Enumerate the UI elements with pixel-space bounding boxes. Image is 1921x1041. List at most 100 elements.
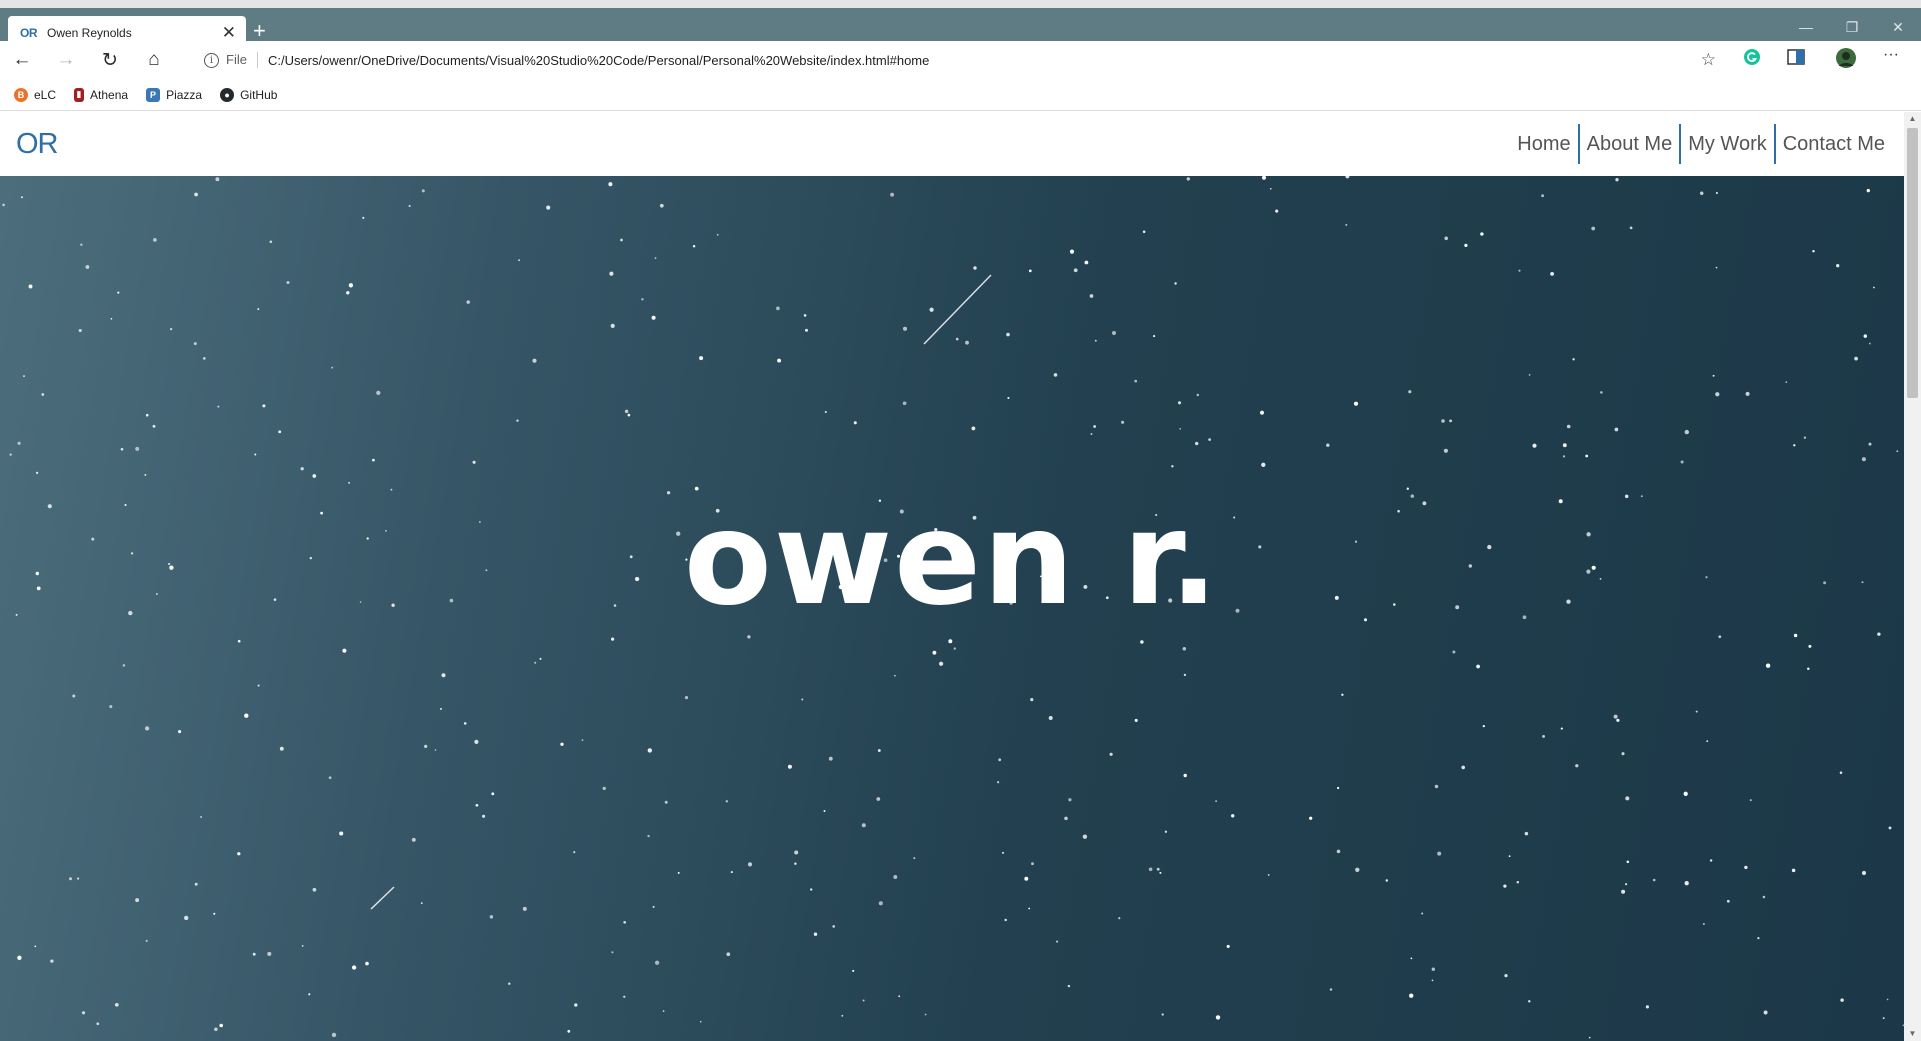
elc-icon: B	[14, 87, 28, 102]
star	[1600, 391, 1603, 394]
star	[351, 965, 357, 970]
address-bar[interactable]: i File C:/Users/owenr/OneDrive/Documents…	[190, 44, 1726, 76]
star	[1482, 724, 1485, 728]
star	[684, 696, 689, 700]
star	[1048, 716, 1053, 720]
star	[532, 358, 537, 363]
star	[948, 639, 953, 644]
star	[654, 257, 657, 260]
site-logo[interactable]: OR	[16, 128, 58, 161]
star	[623, 920, 627, 924]
star	[1336, 849, 1341, 854]
settings-menu-icon[interactable]: ···	[1883, 46, 1899, 64]
address-url[interactable]: C:/Users/owenr/OneDrive/Documents/Visual…	[268, 53, 929, 68]
star	[1267, 874, 1270, 876]
nav-link-my-work[interactable]: My Work	[1679, 124, 1774, 164]
scroll-thumb[interactable]	[1907, 128, 1918, 398]
back-button[interactable]: ←	[0, 41, 44, 79]
star	[122, 664, 126, 667]
star	[534, 661, 537, 664]
star	[1785, 381, 1788, 383]
star	[1345, 223, 1348, 226]
minimize-button[interactable]: —	[1783, 14, 1829, 40]
home-button[interactable]: ⌂	[132, 41, 176, 79]
star	[1053, 373, 1058, 377]
star	[1765, 663, 1771, 668]
page-scrollbar[interactable]: ▲ ▼	[1904, 112, 1921, 1041]
star	[1231, 814, 1235, 818]
page-viewport: OR Home About Me My Work Contact Me owen…	[0, 112, 1904, 1041]
star	[1112, 331, 1116, 335]
star	[522, 906, 527, 911]
nav-link-home[interactable]: Home	[1510, 124, 1577, 164]
add-favorite-icon[interactable]: ☆	[1701, 50, 1716, 70]
star	[647, 834, 650, 838]
star	[1269, 187, 1272, 190]
browser-toolbar: ← → ↻ ⌂ i File C:/Users/owenr/OneDrive/D…	[0, 41, 1921, 79]
star	[411, 837, 416, 842]
star	[1749, 799, 1752, 802]
star	[1508, 855, 1511, 858]
github-icon: ●	[220, 87, 235, 102]
reading-view-icon[interactable]	[1787, 49, 1805, 70]
star	[1183, 673, 1187, 677]
bookmark-elc[interactable]: B eLC	[14, 87, 56, 102]
star	[1652, 878, 1656, 882]
close-window-button[interactable]: ✕	[1875, 14, 1921, 40]
star	[725, 800, 729, 803]
reload-button[interactable]: ↻	[88, 41, 132, 79]
star	[861, 823, 866, 828]
scroll-up-icon[interactable]: ▲	[1904, 112, 1921, 126]
star	[1518, 269, 1521, 272]
profile-avatar[interactable]	[1835, 47, 1857, 74]
star	[1625, 883, 1628, 886]
star	[1480, 232, 1484, 236]
bookmark-athena[interactable]: ▮ Athena	[74, 87, 128, 102]
star	[1195, 441, 1199, 446]
nav-link-contact-me[interactable]: Contact Me	[1773, 124, 1892, 164]
nav-link-about-me[interactable]: About Me	[1577, 124, 1680, 164]
scroll-down-icon[interactable]: ▼	[1904, 1027, 1921, 1041]
star	[110, 317, 113, 320]
star	[641, 298, 644, 301]
star	[1156, 867, 1160, 871]
star	[965, 340, 969, 345]
star	[77, 877, 80, 880]
star	[135, 446, 140, 451]
grammarly-icon[interactable]	[1743, 48, 1761, 71]
forward-button[interactable]: →	[44, 41, 88, 79]
star	[1684, 881, 1689, 886]
star	[1093, 425, 1096, 428]
restore-button[interactable]: ❐	[1829, 14, 1875, 40]
star	[312, 887, 317, 892]
bookmark-piazza[interactable]: P Piazza	[146, 87, 202, 102]
star	[1868, 442, 1872, 446]
star	[805, 328, 808, 332]
star	[852, 969, 855, 972]
star	[237, 639, 241, 643]
star	[144, 726, 150, 731]
star	[96, 1022, 100, 1026]
tab-close-icon[interactable]: ✕	[222, 24, 236, 41]
star	[278, 430, 282, 434]
bookmark-github[interactable]: ● GitHub	[220, 87, 277, 102]
star	[184, 915, 189, 921]
star	[1142, 230, 1146, 234]
star	[794, 850, 799, 855]
star	[1503, 884, 1507, 888]
new-tab-button[interactable]: +	[253, 20, 266, 42]
star	[1118, 917, 1121, 920]
star	[1588, 1036, 1591, 1039]
star	[1196, 393, 1200, 397]
star	[1585, 454, 1589, 458]
star	[1464, 243, 1468, 248]
star	[1532, 443, 1537, 448]
star	[1877, 632, 1881, 636]
star	[202, 357, 206, 360]
star	[1840, 998, 1844, 1002]
info-icon[interactable]: i	[204, 52, 219, 68]
star	[1803, 436, 1807, 439]
star	[1134, 718, 1138, 722]
star	[824, 410, 827, 414]
star	[145, 939, 148, 942]
